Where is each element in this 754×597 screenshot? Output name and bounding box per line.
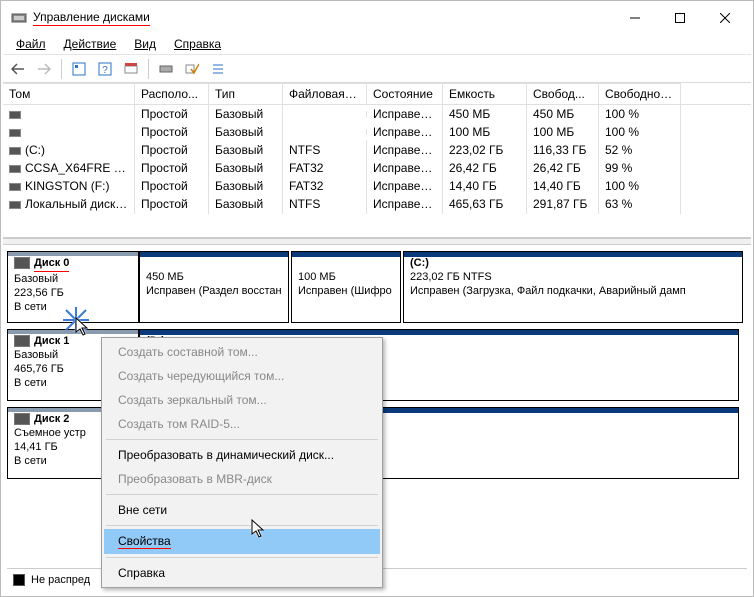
context-menu: Создать составной том...Создать чередующ… [101, 337, 383, 588]
check-button[interactable] [181, 58, 203, 80]
maximize-button[interactable] [657, 4, 702, 32]
context-menu-item: Создать составной том... [104, 340, 380, 364]
back-button[interactable] [7, 58, 29, 80]
refresh-button[interactable] [68, 58, 90, 80]
menubar: Файл Действие Вид Справка [3, 33, 751, 55]
disk-partition[interactable]: (C:)223,02 ГБ NTFSИсправен (Загрузка, Фа… [403, 251, 743, 323]
toolbar: ? [3, 55, 751, 83]
col-free[interactable]: Свобод... [527, 83, 599, 104]
col-layout[interactable]: Располо... [135, 83, 209, 104]
close-button[interactable] [702, 4, 747, 32]
context-menu-item: Преобразовать в MBR-диск [104, 467, 380, 491]
volume-row[interactable]: (C:)ПростойБазовыйNTFSИсправен...223,02 … [3, 141, 751, 159]
minimize-button[interactable] [612, 4, 657, 32]
legend-label: Не распред [31, 574, 90, 586]
col-freepct[interactable]: Свободно % [599, 83, 681, 104]
volume-row[interactable]: CCSA_X64FRE (G:)ПростойБазовыйFAT32Испра… [3, 159, 751, 177]
context-menu-item: Создать зеркальный том... [104, 388, 380, 412]
context-menu-item: Создать том RAID-5... [104, 412, 380, 436]
disk-partition[interactable]: 450 МБИсправен (Раздел восстан [139, 251, 289, 323]
menu-view[interactable]: Вид [127, 35, 163, 53]
volume-row[interactable]: ПростойБазовыйИсправен...450 МБ450 МБ100… [3, 105, 751, 123]
volume-list-header: Том Располо... Тип Файловая с... Состоян… [3, 83, 751, 105]
help-button[interactable]: ? [94, 58, 116, 80]
disk-partition[interactable]: 100 МБИсправен (Шифро [291, 251, 401, 323]
volume-row[interactable]: KINGSTON (F:)ПростойБазовыйFAT32Исправен… [3, 177, 751, 195]
forward-button[interactable] [33, 58, 55, 80]
col-filesystem[interactable]: Файловая с... [283, 83, 367, 104]
menu-file[interactable]: Файл [9, 35, 53, 53]
list-button[interactable] [207, 58, 229, 80]
context-menu-item[interactable]: Справка [104, 561, 380, 585]
context-menu-item[interactable]: Вне сети [104, 498, 380, 522]
menu-help[interactable]: Справка [167, 35, 228, 53]
context-menu-item[interactable]: Свойства [104, 529, 380, 554]
col-type[interactable]: Тип [209, 83, 283, 104]
col-capacity[interactable]: Емкость [443, 83, 527, 104]
volume-row[interactable]: ПростойБазовыйИсправен...100 МБ100 МБ100… [3, 123, 751, 141]
app-icon [11, 10, 27, 26]
window-title: Управление дисками [33, 10, 612, 26]
menu-action[interactable]: Действие [57, 35, 124, 53]
svg-text:?: ? [102, 65, 108, 76]
context-menu-item[interactable]: Преобразовать в динамический диск... [104, 443, 380, 467]
titlebar: Управление дисками [3, 3, 751, 33]
context-menu-item: Создать чередующийся том... [104, 364, 380, 388]
volume-list[interactable]: Том Располо... Тип Файловая с... Состоян… [3, 83, 751, 239]
legend-swatch [13, 574, 25, 586]
settings-button[interactable] [120, 58, 142, 80]
disk-row: Диск 0Базовый223,56 ГБВ сети 450 МБИспра… [7, 251, 747, 323]
col-state[interactable]: Состояние [367, 83, 443, 104]
col-volume[interactable]: Том [3, 83, 135, 104]
disk-header[interactable]: Диск 0Базовый223,56 ГБВ сети [7, 251, 139, 323]
volume-row[interactable]: Локальный диск (...ПростойБазовыйNTFSИсп… [3, 195, 751, 213]
disk-button[interactable] [155, 58, 177, 80]
